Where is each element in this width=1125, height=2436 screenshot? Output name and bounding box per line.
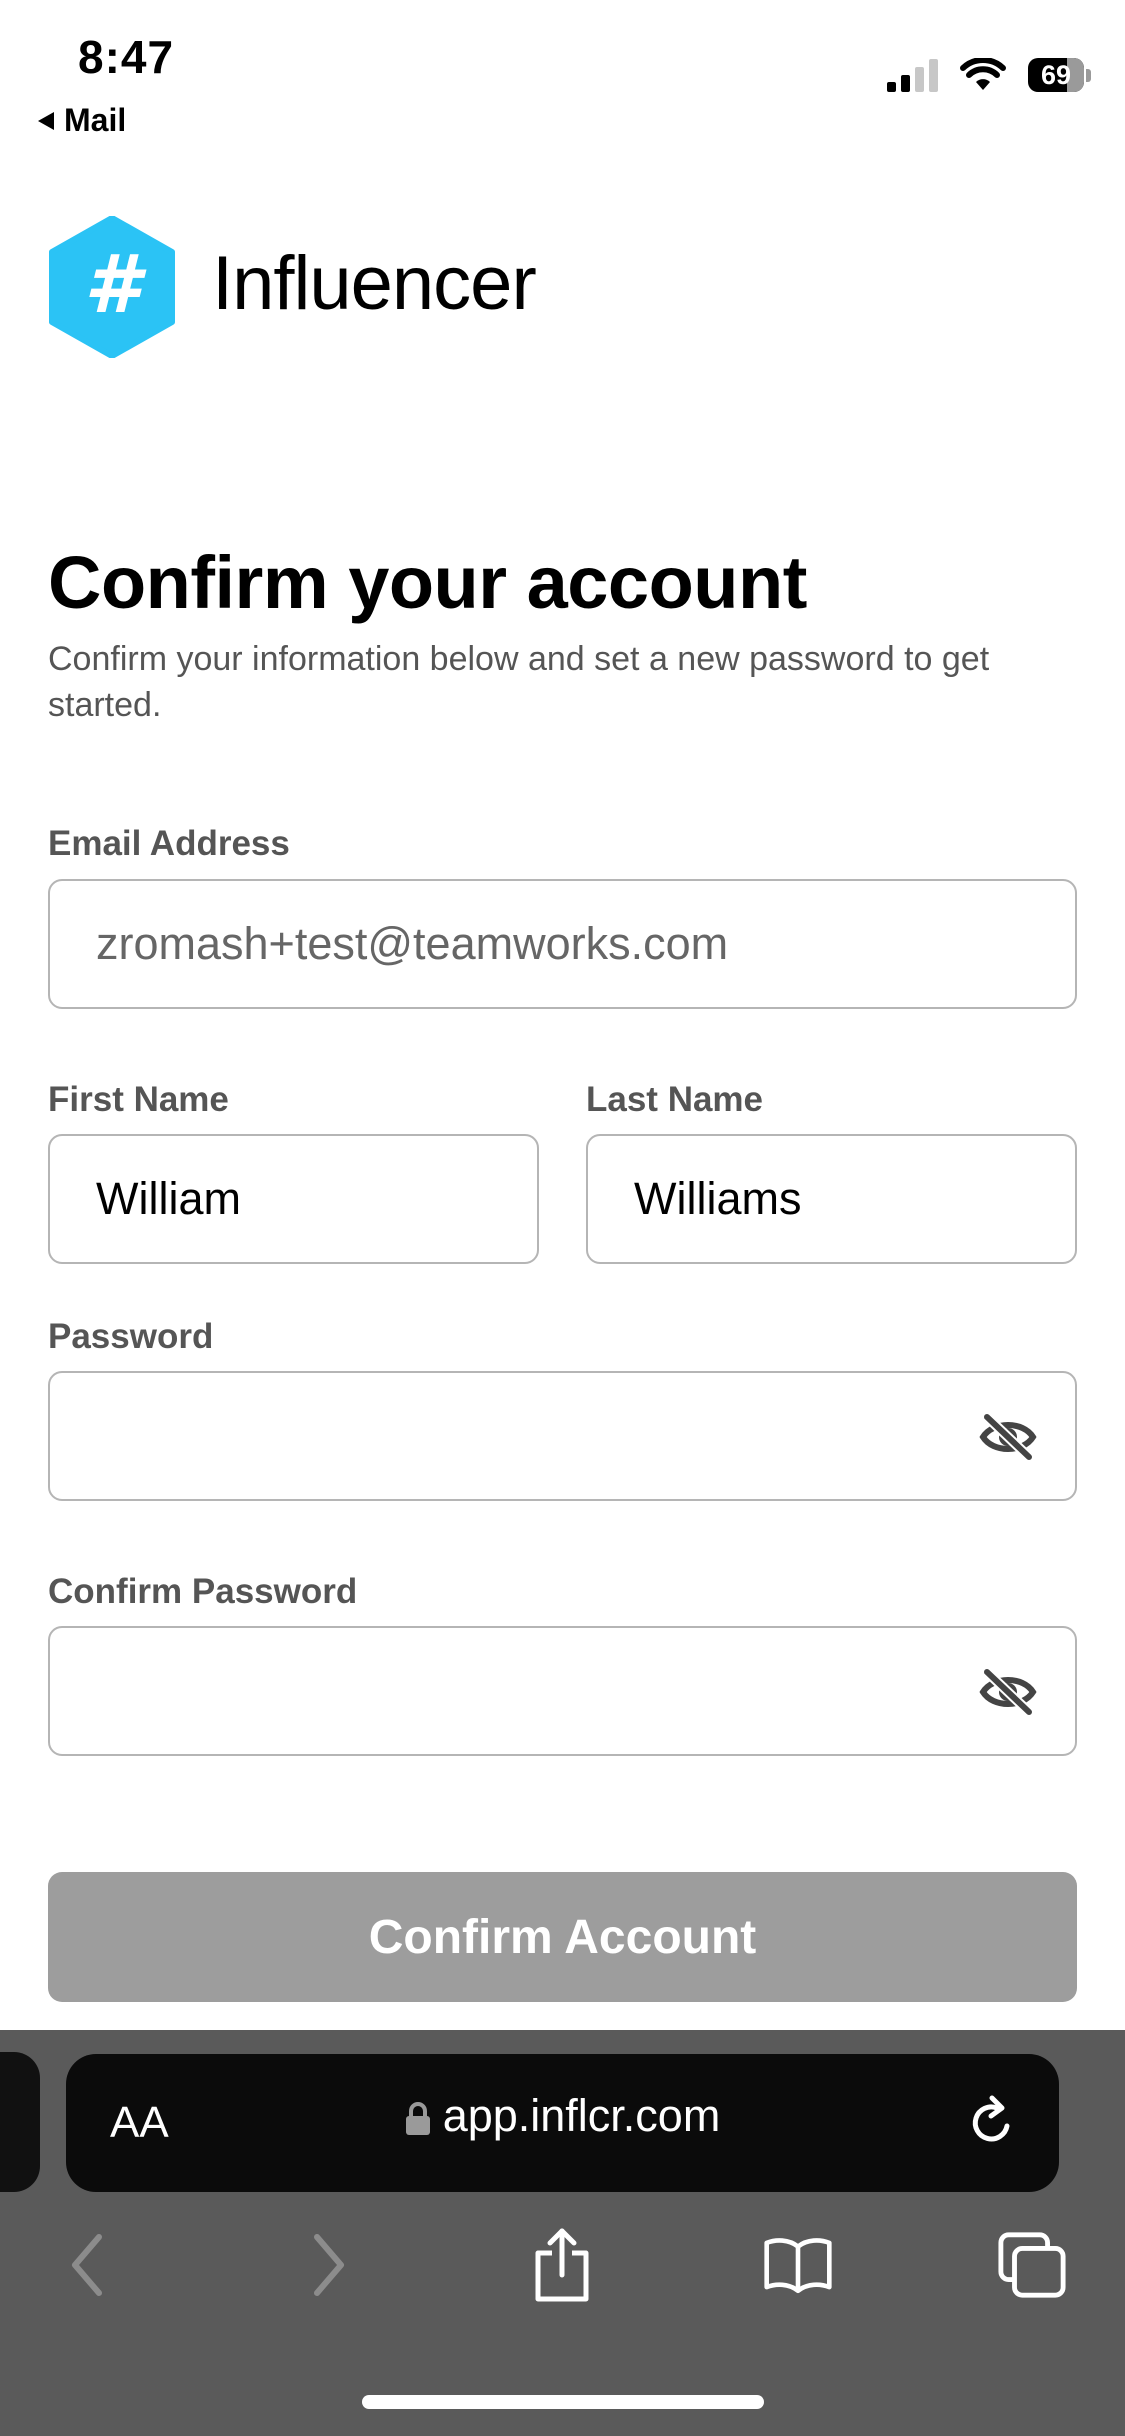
forward-button[interactable] (294, 2228, 364, 2302)
password-field[interactable] (48, 1371, 1077, 1501)
confirm-account-button[interactable]: Confirm Account (48, 1872, 1077, 2002)
previous-tab-peek[interactable] (0, 2052, 40, 2192)
page-title: Confirm your account (48, 541, 807, 624)
lock-icon (405, 2102, 430, 2136)
password-visibility-toggle-icon[interactable] (979, 1411, 1037, 1463)
status-icons: 69 (887, 58, 1091, 92)
back-to-mail-link[interactable]: Mail (36, 102, 126, 139)
forward-icon (314, 2234, 344, 2296)
url-display[interactable]: app.inflcr.com (66, 2090, 1059, 2142)
cellular-signal-icon (887, 58, 938, 92)
back-icon (72, 2234, 102, 2296)
share-icon (535, 2228, 589, 2302)
back-triangle-icon (38, 111, 54, 130)
email-field[interactable]: zromash+test@teamworks.com (48, 879, 1077, 1009)
first-name-value: William (96, 1173, 241, 1224)
url-text: app.inflcr.com (442, 2090, 721, 2141)
back-app-label: Mail (64, 102, 127, 138)
page-subtitle: Confirm your information below and set a… (48, 640, 990, 724)
wifi-icon (960, 58, 1006, 90)
email-label: Email Address (48, 824, 290, 863)
confirm-password-label: Confirm Password (48, 1572, 358, 1611)
battery-level: 69 (1040, 59, 1072, 90)
logo-symbol: # (84, 238, 147, 331)
home-indicator (362, 2395, 764, 2409)
status-time: 8:47 (78, 31, 175, 83)
first-name-label: First Name (48, 1080, 229, 1119)
bookmarks-button[interactable] (763, 2228, 833, 2302)
confirm-password-visibility-toggle-icon[interactable] (979, 1666, 1037, 1718)
last-name-field[interactable]: Williams (586, 1134, 1077, 1264)
tabs-button[interactable] (997, 2228, 1067, 2302)
battery-icon: 69 (1028, 58, 1091, 92)
password-label: Password (48, 1317, 214, 1356)
confirm-password-field[interactable] (48, 1626, 1077, 1756)
email-value: zromash+test@teamworks.com (96, 918, 729, 969)
first-name-field[interactable]: William (48, 1134, 539, 1264)
reload-icon[interactable] (965, 2092, 1019, 2150)
bookmarks-icon (764, 2238, 832, 2294)
address-bar[interactable]: AA app.inflcr.com (66, 2054, 1059, 2192)
brand-name: Influencer (212, 241, 537, 326)
last-name-label: Last Name (586, 1080, 764, 1119)
share-button[interactable] (527, 2228, 597, 2302)
tabs-icon (998, 2232, 1066, 2298)
influencer-logo-icon: # (49, 216, 175, 358)
last-name-value: Williams (634, 1173, 802, 1224)
back-button[interactable] (52, 2228, 122, 2302)
